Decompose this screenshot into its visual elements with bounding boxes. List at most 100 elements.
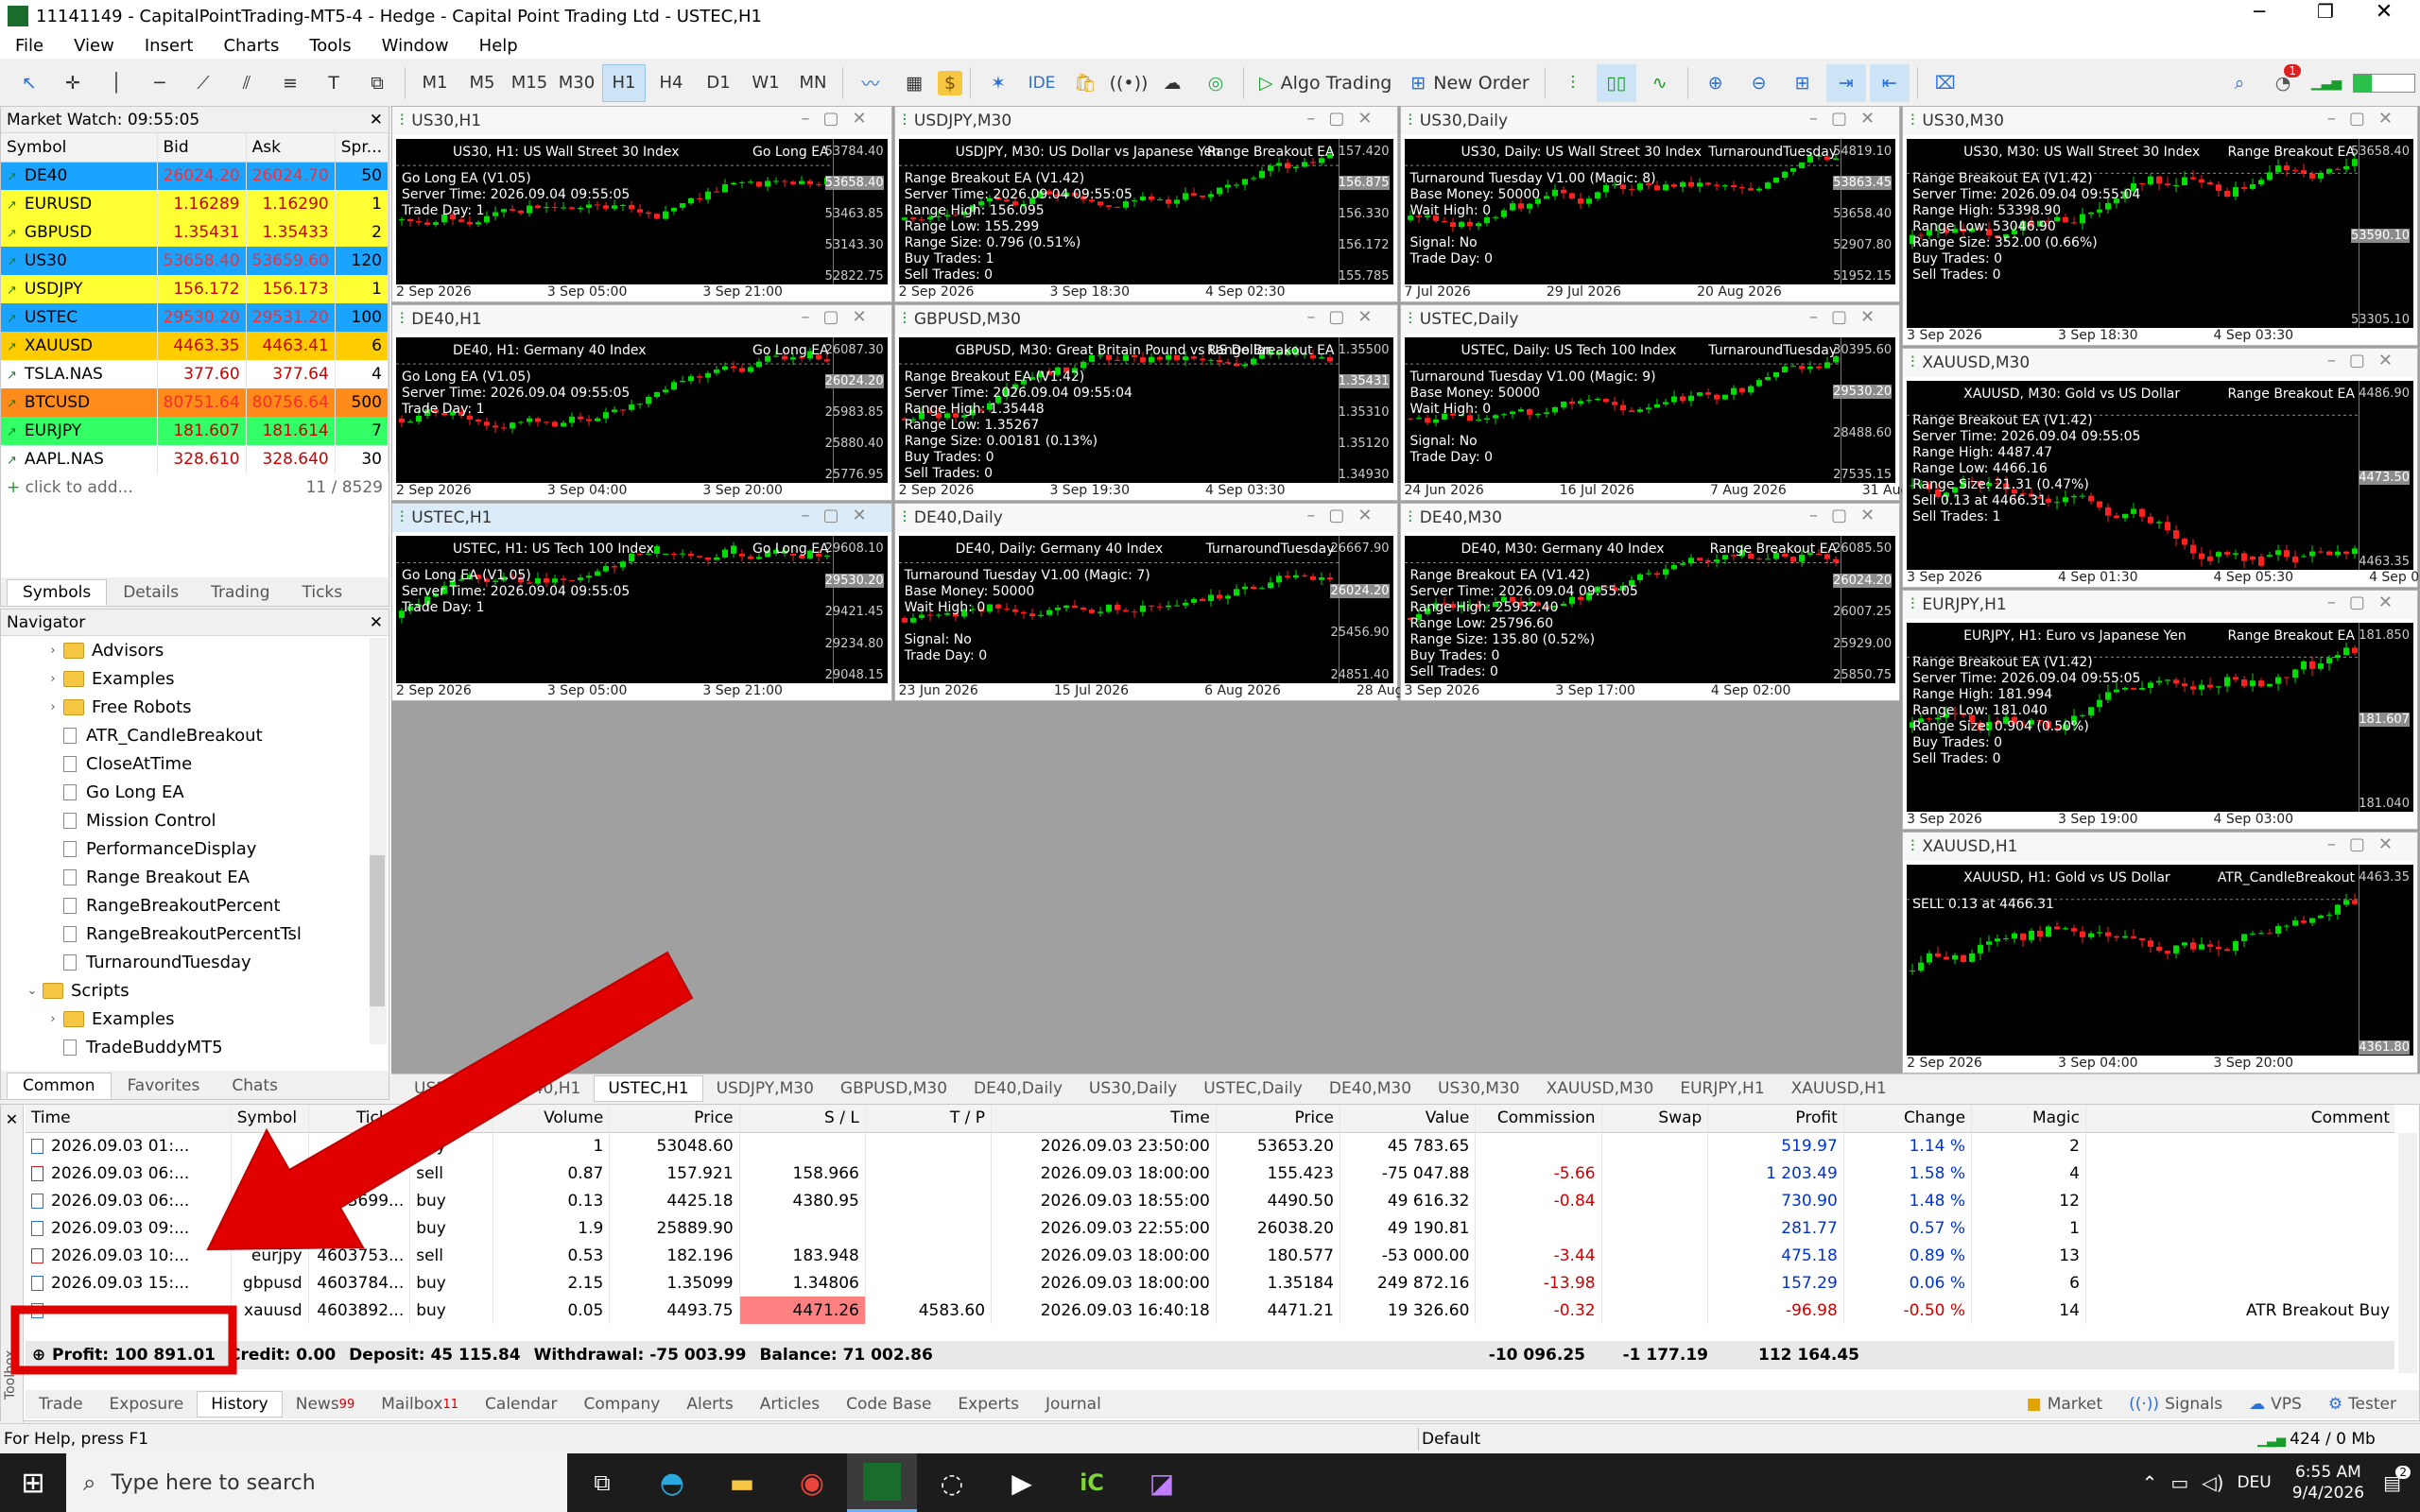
toolbox-tab[interactable]: Exposure [96,1391,198,1418]
history-row[interactable]: xauusd 4603892... buy 0.05 4493.75 4471.26 458… [26,1297,2394,1324]
timeframe-h4[interactable]: H4 [649,64,693,102]
chart-canvas[interactable]: DE40, M30: Germany 40 Index Range Breakou… [1404,536,1896,683]
minimize-button[interactable]: ─ [2231,0,2288,23]
chart-window[interactable]: ⫶ USTEC,Daily –▢✕ USTEC, Daily: US Tech 100… [1399,304,1946,501]
new-order-button[interactable]: ⊞ New Order [1403,64,1536,102]
history-col-header[interactable]: Ticket [308,1105,411,1133]
menu-view[interactable]: View [59,36,130,56]
expand-chevron-icon[interactable]: › [43,672,63,686]
chart-canvas[interactable]: US30, M30: US Wall Street 30 Index Range … [1907,139,2413,328]
zoom-out-icon[interactable]: ⊖ [1739,64,1779,102]
timeframe-m15[interactable]: M15 [508,64,551,102]
navigator-item[interactable]: RangeBreakoutPercentTsl [7,919,389,948]
col-symbol[interactable]: Symbol [1,133,158,163]
chart-window-controls-icon[interactable]: –▢✕ [2327,593,2406,612]
timeframe-h1[interactable]: H1 [602,63,646,102]
fibonacci-icon[interactable]: ≡ [270,64,310,102]
chart-tab[interactable]: USTEC,H1 [594,1074,703,1102]
navigator-item[interactable]: Mission Control [7,806,389,834]
chart-window-controls-icon[interactable]: –▢✕ [802,109,880,129]
tray-chevron-icon[interactable]: ⌃ [2142,1471,2158,1494]
col-bid[interactable]: Bid [157,133,247,163]
navigator-item[interactable]: TradeBuddyMT5 [7,1033,389,1061]
history-row[interactable]: 2026.09.03 10:... eurjpy 4603753... sell 0.5… [26,1242,2394,1269]
chart-window-controls-icon[interactable]: –▢✕ [802,307,880,327]
history-col-header[interactable]: Time [991,1105,1217,1133]
market-watch-row[interactable]: ↗ AAPL.NAS 328.610 328.640 30 [1,445,389,473]
screenshot-icon[interactable]: ⌧ [1926,64,1965,102]
tab-trading[interactable]: Trading [195,579,285,606]
templates-icon[interactable]: ▦ [894,64,934,102]
chart-window-titlebar[interactable]: ⫶ XAUUSD,H1 –▢✕ [1903,833,2417,861]
chart-canvas[interactable]: DE40, H1: Germany 40 Index Go Long EA Go L… [396,337,888,483]
toolbox-tab[interactable]: News 99 [283,1391,368,1418]
chart-window[interactable]: ⫶ DE40,H1 –▢✕ DE40, H1: Germany 40 Index Go … [391,304,892,501]
chart-window-controls-icon[interactable]: –▢✕ [2327,351,2406,370]
col-ask[interactable]: Ask [246,133,336,163]
close-button[interactable]: ✕ [2356,0,2412,24]
chart-tab[interactable]: DE40,M30 [1316,1075,1425,1102]
tab-symbols[interactable]: Symbols [7,579,108,606]
navigator-item[interactable]: › Examples [7,664,389,693]
chart-tab[interactable]: XAUUSD,H1 [1778,1075,1900,1102]
explorer-icon[interactable]: ▬ [707,1468,777,1499]
app-icon-2[interactable]: ◌ [917,1468,987,1499]
chart-tab[interactable]: US30,Daily [1076,1075,1190,1102]
chart-tab[interactable]: USTEC,Daily [1190,1075,1316,1102]
add-symbol-row[interactable]: + click to add... 11 / 8529 [1,473,389,502]
navigator-item[interactable]: › Free Robots [7,693,389,721]
chart-window-controls-icon[interactable]: –▢✕ [802,506,880,525]
history-scrollbar[interactable] [2398,1133,2417,1373]
chart-window[interactable]: ⫶ XAUUSD,H1 –▢✕ XAUUSD, H1: Gold vs US Doll… [1902,832,2418,1074]
market-watch-row[interactable]: ↗ EURJPY 181.607 181.614 7 [1,417,389,445]
market-watch-row[interactable]: ↗ USTEC 29530.20 29531.20 100 [1,303,389,332]
chart-tab[interactable]: USDJPY,M30 [703,1075,827,1102]
market-watch-row[interactable]: ↗ EURUSD 1.16289 1.16290 1 [1,190,389,218]
chart-window-controls-icon[interactable]: –▢✕ [1809,506,1888,525]
chart-tab[interactable]: EURJPY,H1 [1667,1075,1777,1102]
expand-chevron-icon[interactable]: ⌄ [22,984,43,998]
cursor-icon[interactable]: ↖ [9,64,49,102]
crosshair-icon[interactable]: ✛ [53,64,93,102]
tray-clock[interactable]: 6:55 AM 9/4/2026 [2292,1462,2364,1503]
menu-tools[interactable]: Tools [294,36,366,56]
search-icon[interactable]: ⌕ [2220,64,2259,102]
signal-strength-icon[interactable]: ▁▃▅ [2307,64,2346,102]
toolbox-tab[interactable]: Articles [747,1391,833,1418]
toolbox-tab[interactable]: Calendar [472,1391,570,1418]
toolbox-tab[interactable]: Alerts [673,1391,746,1418]
navigator-close-icon[interactable]: ✕ [370,613,383,632]
chart-tab[interactable]: US30,H1 [401,1075,497,1102]
bar-chart-icon[interactable]: ⫶ [1553,64,1593,102]
chart-canvas[interactable]: US30, H1: US Wall Street 30 Index Go Long… [396,139,888,284]
history-col-header[interactable]: Magic [1971,1105,2086,1133]
market-watch-row[interactable]: ↗ DE40 26024.20 26024.70 50 [1,162,389,190]
menu-window[interactable]: Window [367,36,464,56]
market-watch-close-icon[interactable]: ✕ [370,111,383,129]
chart-window-titlebar[interactable]: ⫶ US30,H1 –▢✕ [392,107,891,135]
chart-tab[interactable]: GBPUSD,M30 [827,1075,960,1102]
navigator-item[interactable]: › Examples [7,1005,389,1033]
chart-tab[interactable]: US30,M30 [1425,1075,1533,1102]
timeframe-m30[interactable]: M30 [555,64,598,102]
menu-charts[interactable]: Charts [208,36,294,56]
history-row[interactable]: 2026.09.03 15:... gbpusd 4603784... buy 2.15… [26,1269,2394,1297]
chart-window-controls-icon[interactable]: –▢✕ [2327,834,2406,854]
windows-start-icon[interactable]: ⊞ [0,1467,66,1500]
ide-button[interactable]: IDE [1022,64,1062,102]
chart-canvas[interactable]: XAUUSD, M30: Gold vs US Dollar Range Brea… [1907,381,2413,570]
shapes-icon[interactable]: ⧉ [357,64,397,102]
tab-market[interactable]: ■ Market [2014,1391,2117,1418]
chart-canvas[interactable]: DE40, Daily: Germany 40 Index TurnaroundT… [898,536,1393,683]
history-col-header[interactable]: S / L [739,1105,866,1133]
chart-window-titlebar[interactable]: ⫶ DE40,Daily –▢✕ [894,504,1397,532]
chart-window-titlebar[interactable]: ⫶ USTEC,Daily –▢✕ [1400,305,1900,334]
tab-favorites[interactable]: Favorites [112,1073,216,1099]
history-col-header[interactable]: Price [1216,1105,1340,1133]
chart-canvas[interactable]: USTEC, Daily: US Tech 100 Index Turnaroun… [1404,337,1896,483]
navigator-item[interactable]: TurnaroundTuesday [7,948,389,976]
vertical-line-icon[interactable]: │ [96,64,136,102]
chart-tab[interactable]: DE40,Daily [960,1075,1076,1102]
chart-window-controls-icon[interactable]: –▢✕ [1809,307,1888,327]
chart-canvas[interactable]: GBPUSD, M30: Great Britain Pound vs US D… [898,337,1393,483]
